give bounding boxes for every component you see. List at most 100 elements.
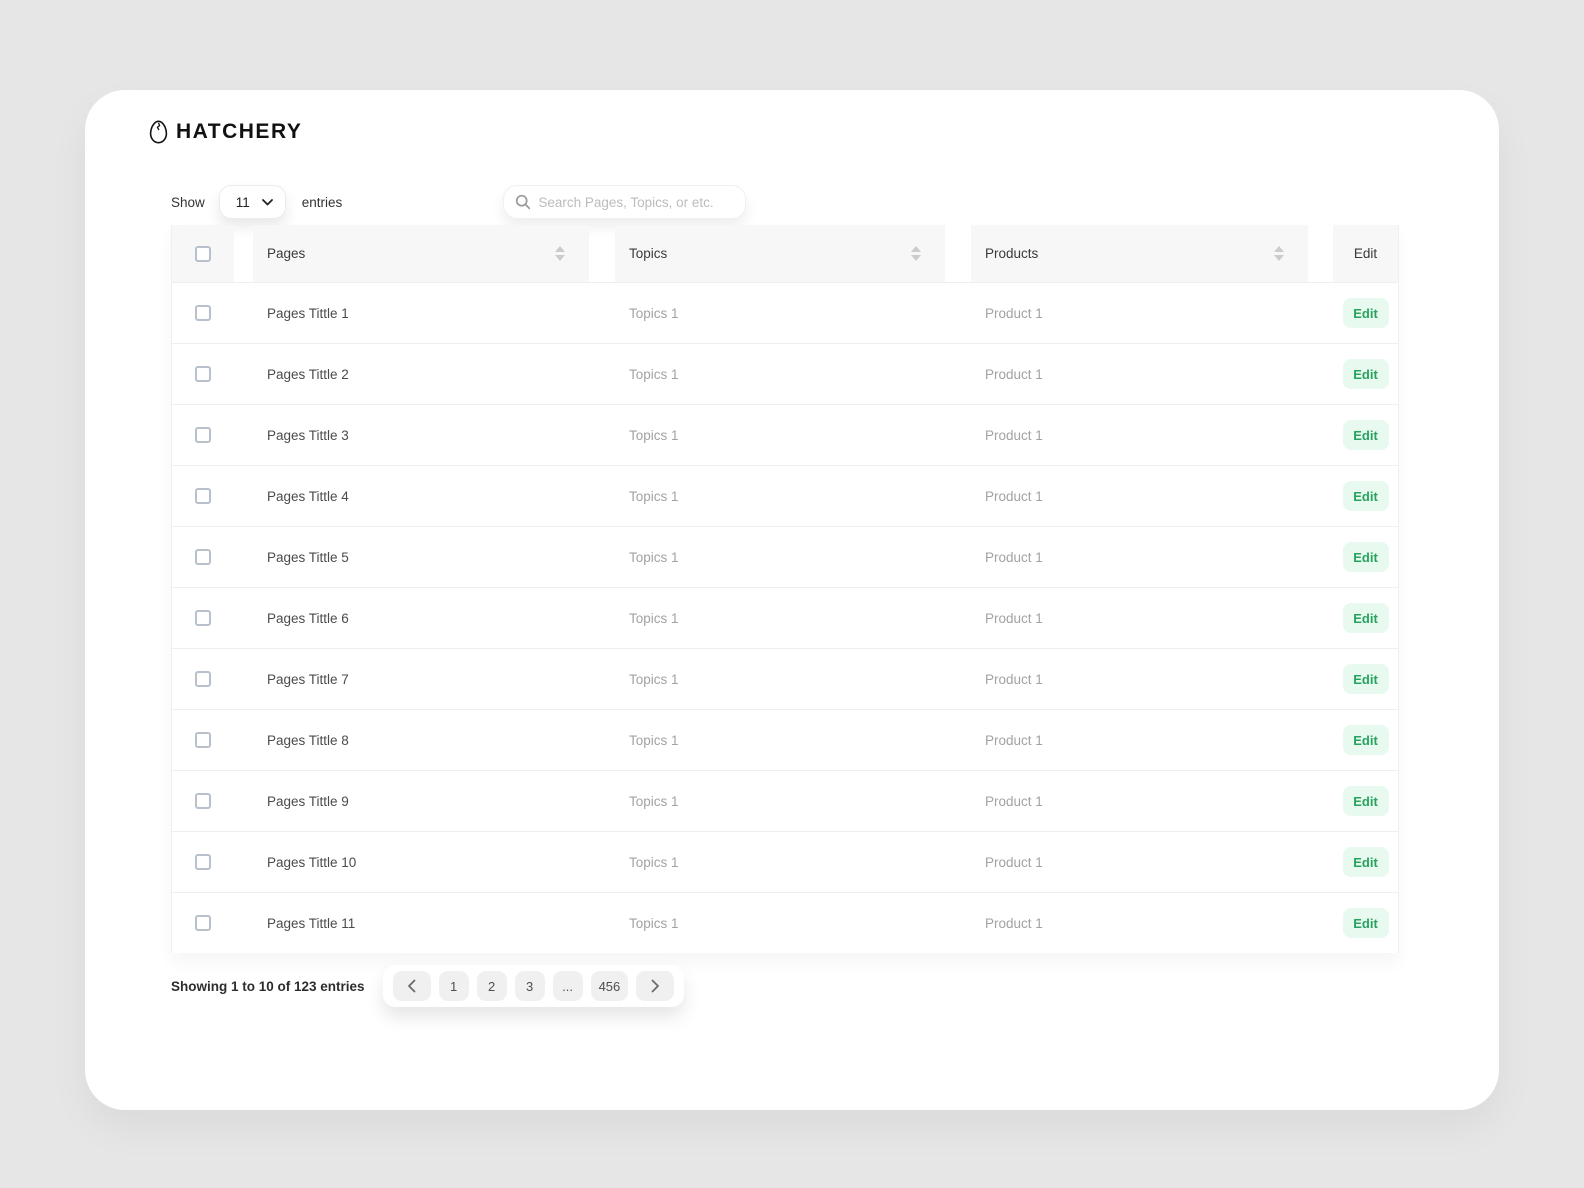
table-footer: Showing 1 to 10 of 123 entries 1 2 3... 456 [171, 965, 1499, 1007]
row-checkbox[interactable] [195, 671, 211, 687]
column-header-pages[interactable]: Pages [253, 225, 589, 282]
pagination: 1 2 3... 456 [382, 965, 685, 1007]
main-card: HATCHERY Show 11 entries Pages [85, 90, 1499, 1110]
topic-cell: Topics 1 [629, 854, 679, 870]
table-body: Pages Tittle 1 Topics 1 Product 1 Edit P… [172, 282, 1398, 953]
table-controls: Show 11 entries [171, 185, 1499, 219]
table-row: Pages Tittle 11 Topics 1 Product 1 Edit [172, 892, 1398, 953]
column-header-topics[interactable]: Topics [615, 225, 945, 282]
topic-cell: Topics 1 [629, 793, 679, 809]
desktop-background: { "brand": { "name": "HATCHERY", "logo_i… [0, 0, 1584, 1188]
sort-icon [1274, 246, 1284, 261]
edit-button[interactable]: Edit [1342, 908, 1389, 938]
table-row: Pages Tittle 3 Topics 1 Product 1 Edit [172, 404, 1398, 465]
column-header-products[interactable]: Products [971, 225, 1308, 282]
table-row: Pages Tittle 1 Topics 1 Product 1 Edit [172, 282, 1398, 343]
pagination-next-button[interactable] [636, 971, 675, 1001]
product-cell: Product 1 [985, 305, 1043, 321]
row-checkbox[interactable] [195, 854, 211, 870]
product-cell: Product 1 [985, 610, 1043, 626]
column-header-edit: Edit [1333, 225, 1398, 282]
topic-cell: Topics 1 [629, 915, 679, 931]
table-row: Pages Tittle 7 Topics 1 Product 1 Edit [172, 648, 1398, 709]
page-title-cell: Pages Tittle 5 [267, 549, 349, 565]
product-cell: Product 1 [985, 549, 1043, 565]
table-row: Pages Tittle 10 Topics 1 Product 1 Edit [172, 831, 1398, 892]
row-checkbox[interactable] [195, 366, 211, 382]
product-cell: Product 1 [985, 732, 1043, 748]
pagination-prev-button[interactable] [392, 971, 431, 1001]
column-label: Pages [267, 246, 306, 261]
pagination-page-button[interactable]: 3 [514, 971, 545, 1001]
pagination-page-button[interactable]: 1 [438, 971, 469, 1001]
search-input[interactable] [538, 194, 736, 210]
table-header: Pages Topics Products Edit [172, 225, 1398, 282]
table-row: Pages Tittle 8 Topics 1 Product 1 Edit [172, 709, 1398, 770]
data-table: Pages Topics Products Edit Pages Tittle … [171, 225, 1399, 953]
product-cell: Product 1 [985, 793, 1043, 809]
edit-button[interactable]: Edit [1342, 603, 1389, 633]
edit-button[interactable]: Edit [1342, 481, 1389, 511]
topic-cell: Topics 1 [629, 488, 679, 504]
topic-cell: Topics 1 [629, 671, 679, 687]
entries-label: entries [301, 194, 343, 210]
row-checkbox[interactable] [195, 305, 211, 321]
product-cell: Product 1 [985, 488, 1043, 504]
table-row: Pages Tittle 9 Topics 1 Product 1 Edit [172, 770, 1398, 831]
magnifier-icon [515, 194, 531, 210]
pagination-ellipsis[interactable]: ... [552, 971, 583, 1001]
chevron-left-icon [407, 979, 416, 993]
edit-button[interactable]: Edit [1342, 847, 1389, 877]
page-title-cell: Pages Tittle 1 [267, 305, 349, 321]
brand-name: HATCHERY [176, 120, 303, 143]
topic-cell: Topics 1 [629, 732, 679, 748]
topic-cell: Topics 1 [629, 549, 679, 565]
product-cell: Product 1 [985, 854, 1043, 870]
entries-per-page-value: 11 [235, 194, 250, 210]
topic-cell: Topics 1 [629, 305, 679, 321]
product-cell: Product 1 [985, 427, 1043, 443]
row-checkbox[interactable] [195, 732, 211, 748]
page-title-cell: Pages Tittle 4 [267, 488, 349, 504]
edit-button[interactable]: Edit [1342, 664, 1389, 694]
edit-button[interactable]: Edit [1342, 786, 1389, 816]
topic-cell: Topics 1 [629, 427, 679, 443]
edit-button[interactable]: Edit [1342, 298, 1389, 328]
table-row: Pages Tittle 6 Topics 1 Product 1 Edit [172, 587, 1398, 648]
product-cell: Product 1 [985, 366, 1043, 382]
page-title-cell: Pages Tittle 11 [267, 915, 356, 931]
row-checkbox[interactable] [195, 915, 211, 931]
chevron-right-icon [651, 979, 660, 993]
product-cell: Product 1 [985, 671, 1043, 687]
page-title-cell: Pages Tittle 6 [267, 610, 349, 626]
page-title-cell: Pages Tittle 3 [267, 427, 349, 443]
pagination-page-button[interactable]: 2 [476, 971, 507, 1001]
row-checkbox[interactable] [195, 610, 211, 626]
topic-cell: Topics 1 [629, 610, 679, 626]
column-label: Edit [1353, 246, 1378, 261]
table-row: Pages Tittle 5 Topics 1 Product 1 Edit [172, 526, 1398, 587]
column-label: Products [985, 246, 1039, 261]
row-checkbox[interactable] [195, 427, 211, 443]
row-checkbox[interactable] [195, 793, 211, 809]
page-title-cell: Pages Tittle 9 [267, 793, 349, 809]
sort-icon [911, 246, 921, 261]
edit-button[interactable]: Edit [1342, 542, 1389, 572]
egg-icon [149, 120, 168, 144]
topic-cell: Topics 1 [629, 366, 679, 382]
row-checkbox[interactable] [195, 549, 211, 565]
pagination-page-button[interactable]: 456 [590, 971, 629, 1001]
edit-button[interactable]: Edit [1342, 725, 1389, 755]
select-all-checkbox[interactable] [195, 245, 211, 262]
table-row: Pages Tittle 2 Topics 1 Product 1 Edit [172, 343, 1398, 404]
search-box [503, 185, 747, 219]
page-title-cell: Pages Tittle 7 [267, 671, 349, 687]
page-title-cell: Pages Tittle 2 [267, 366, 349, 382]
entries-per-page-select[interactable]: 11 [218, 185, 286, 219]
edit-button[interactable]: Edit [1342, 359, 1389, 389]
page-title-cell: Pages Tittle 8 [267, 732, 349, 748]
column-label: Topics [629, 246, 668, 261]
select-all-cell [172, 225, 234, 282]
row-checkbox[interactable] [195, 488, 211, 504]
edit-button[interactable]: Edit [1342, 420, 1389, 450]
